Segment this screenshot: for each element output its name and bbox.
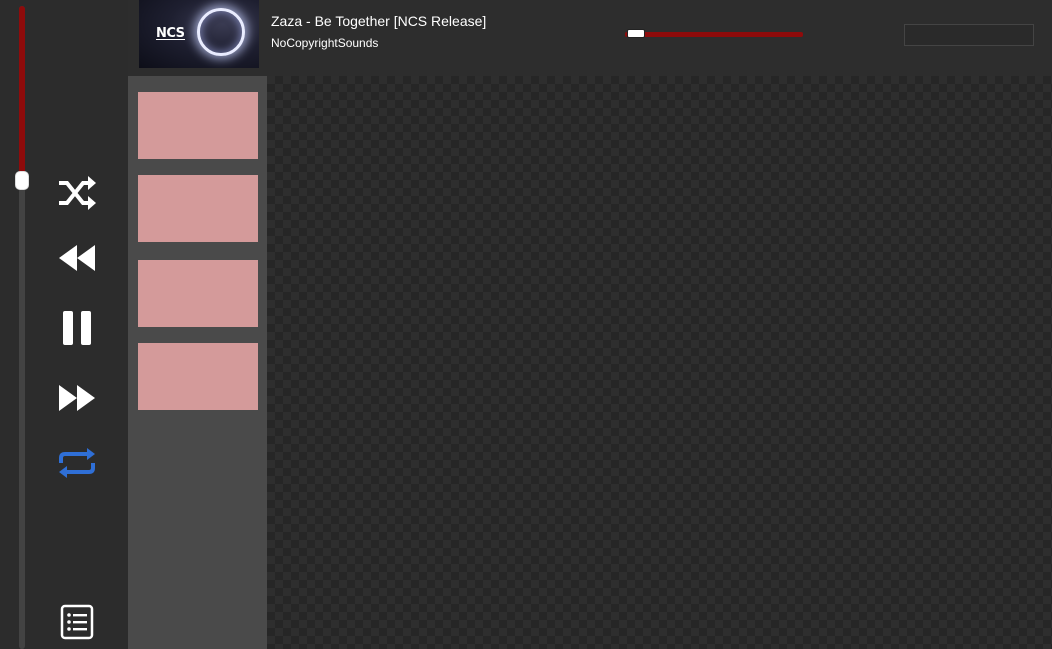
previous-button[interactable]	[56, 237, 98, 279]
track-artist: NoCopyrightSounds	[271, 36, 379, 50]
repeat-icon	[59, 448, 95, 478]
search-input[interactable]	[904, 24, 1034, 46]
track-title: Zaza - Be Together [NCS Release]	[271, 13, 487, 29]
playlist-toggle-button[interactable]	[56, 601, 98, 643]
playlist-tile[interactable]	[138, 343, 258, 410]
rewind-icon	[59, 245, 95, 271]
playlist-tile[interactable]	[138, 175, 258, 242]
progress-knob[interactable]	[627, 29, 645, 38]
next-button[interactable]	[56, 377, 98, 419]
volume-knob[interactable]	[15, 171, 29, 190]
progress-bar[interactable]	[625, 29, 803, 38]
now-playing-header: NCS Zaza - Be Together [NCS Release] NoC…	[128, 0, 1052, 76]
list-icon	[60, 604, 94, 640]
playlist-panel	[128, 76, 267, 649]
pause-icon	[63, 311, 91, 345]
volume-slider[interactable]	[19, 6, 25, 649]
volume-fill	[19, 6, 25, 180]
fast-forward-icon	[59, 385, 95, 411]
album-art-ring	[197, 8, 245, 56]
main-content-area	[267, 76, 1052, 649]
shuffle-icon	[59, 176, 96, 210]
repeat-button[interactable]	[56, 442, 98, 484]
pause-button[interactable]	[56, 307, 98, 349]
album-art-logo: NCS	[156, 26, 185, 41]
shuffle-button[interactable]	[56, 172, 98, 214]
playlist-tile[interactable]	[138, 260, 258, 327]
player-controls-bar	[0, 0, 128, 649]
playlist-tile[interactable]	[138, 92, 258, 159]
album-art: NCS	[139, 0, 259, 68]
